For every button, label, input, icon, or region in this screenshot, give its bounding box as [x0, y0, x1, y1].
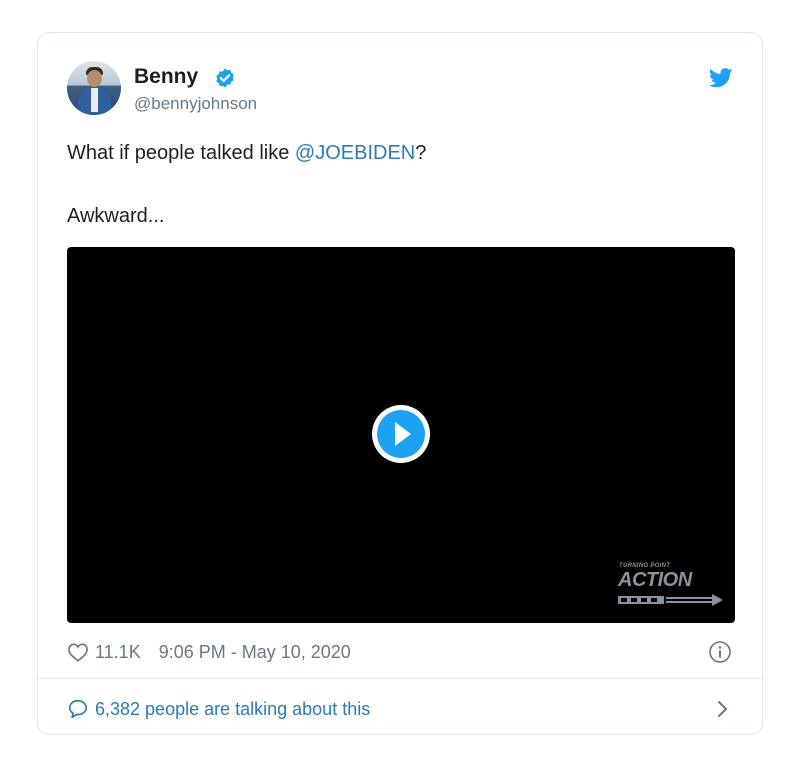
- timestamp[interactable]: 9:06 PM - May 10, 2020: [159, 642, 351, 663]
- mention-link[interactable]: @JOEBIDEN: [295, 142, 415, 164]
- author-name[interactable]: Benny: [134, 65, 198, 89]
- footer-divider: [38, 678, 762, 679]
- tweet-meta: 11.1K 9:06 PM - May 10, 2020: [67, 640, 351, 664]
- tweet-text-suffix: ?: [415, 142, 427, 164]
- avatar-head: [87, 70, 102, 87]
- like-count[interactable]: 11.1K: [95, 642, 141, 663]
- video-watermark: TURNING POINT ACTION: [615, 563, 725, 613]
- tweet-card: Benny @bennyjohnson What if people talke…: [37, 32, 763, 735]
- conversation-text[interactable]: 6,382 people are talking about this: [95, 699, 370, 720]
- watermark-big-text: ACTION: [618, 569, 692, 591]
- heart-icon[interactable]: [67, 642, 89, 662]
- chevron-right-icon[interactable]: [716, 699, 730, 719]
- video-player[interactable]: TURNING POINT ACTION: [67, 247, 735, 623]
- info-icon[interactable]: [708, 640, 732, 664]
- conversation-link[interactable]: 6,382 people are talking about this: [67, 696, 370, 722]
- play-icon[interactable]: [371, 404, 431, 464]
- tweet-text-prefix: What if people talked like: [67, 142, 295, 164]
- watermark-arrow-icon: [618, 594, 723, 606]
- author-handle[interactable]: @bennyjohnson: [134, 94, 257, 114]
- speech-bubble-icon: [68, 699, 88, 719]
- avatar-shirt: [91, 88, 98, 112]
- tweet-text-line-2: Awkward...: [67, 205, 165, 227]
- tweet-text-line-1: What if people talked like @JOEBIDEN?: [67, 142, 426, 165]
- verified-badge-icon: [216, 68, 234, 88]
- avatar[interactable]: [67, 61, 121, 115]
- twitter-bird-icon[interactable]: [709, 68, 733, 88]
